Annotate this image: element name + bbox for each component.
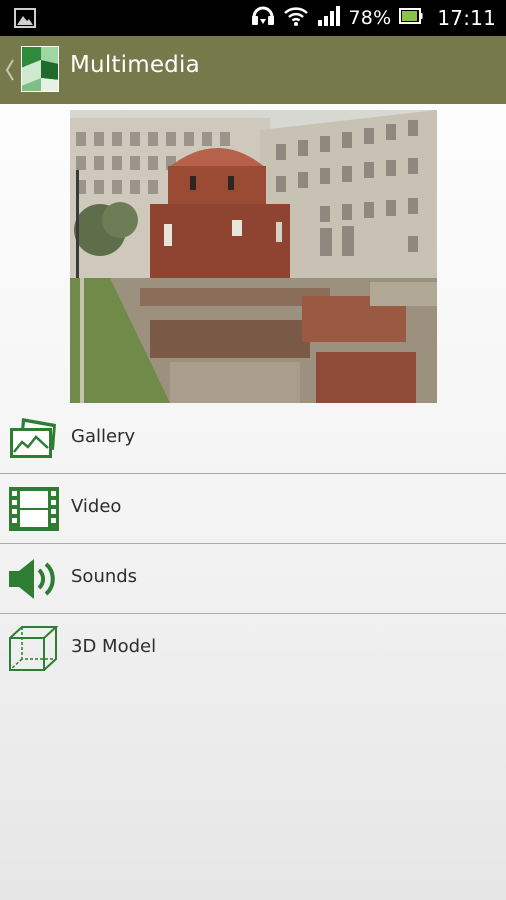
multimedia-menu: Gallery Video Sounds 3D Model xyxy=(0,404,506,684)
action-bar: Multimedia xyxy=(0,36,506,104)
menu-item-sounds[interactable]: Sounds xyxy=(0,544,506,614)
menu-item-label: Gallery xyxy=(71,426,136,447)
clock: 17:11 xyxy=(437,6,496,30)
menu-item-label: 3D Model xyxy=(71,636,157,657)
app-logo-icon[interactable] xyxy=(20,45,60,93)
cube-icon xyxy=(6,624,62,674)
menu-item-3d-model[interactable]: 3D Model xyxy=(0,614,506,684)
film-strip-icon xyxy=(6,484,62,534)
speaker-icon xyxy=(6,554,62,604)
chevron-left-icon[interactable] xyxy=(5,56,15,84)
menu-item-gallery[interactable]: Gallery xyxy=(0,404,506,474)
gallery-icon xyxy=(6,414,62,464)
menu-item-video[interactable]: Video xyxy=(0,474,506,544)
battery-icon xyxy=(399,7,423,29)
hero-photo[interactable] xyxy=(70,110,437,403)
signal-icon xyxy=(317,5,341,31)
menu-item-label: Video xyxy=(71,496,122,517)
status-bar: 78% 17:11 xyxy=(0,0,506,36)
battery-percent: 78% xyxy=(348,7,392,29)
headset-icon xyxy=(251,5,275,31)
wifi-icon xyxy=(283,5,309,31)
menu-item-label: Sounds xyxy=(71,566,138,587)
page-title: Multimedia xyxy=(70,52,200,78)
image-notification-icon xyxy=(14,8,36,32)
